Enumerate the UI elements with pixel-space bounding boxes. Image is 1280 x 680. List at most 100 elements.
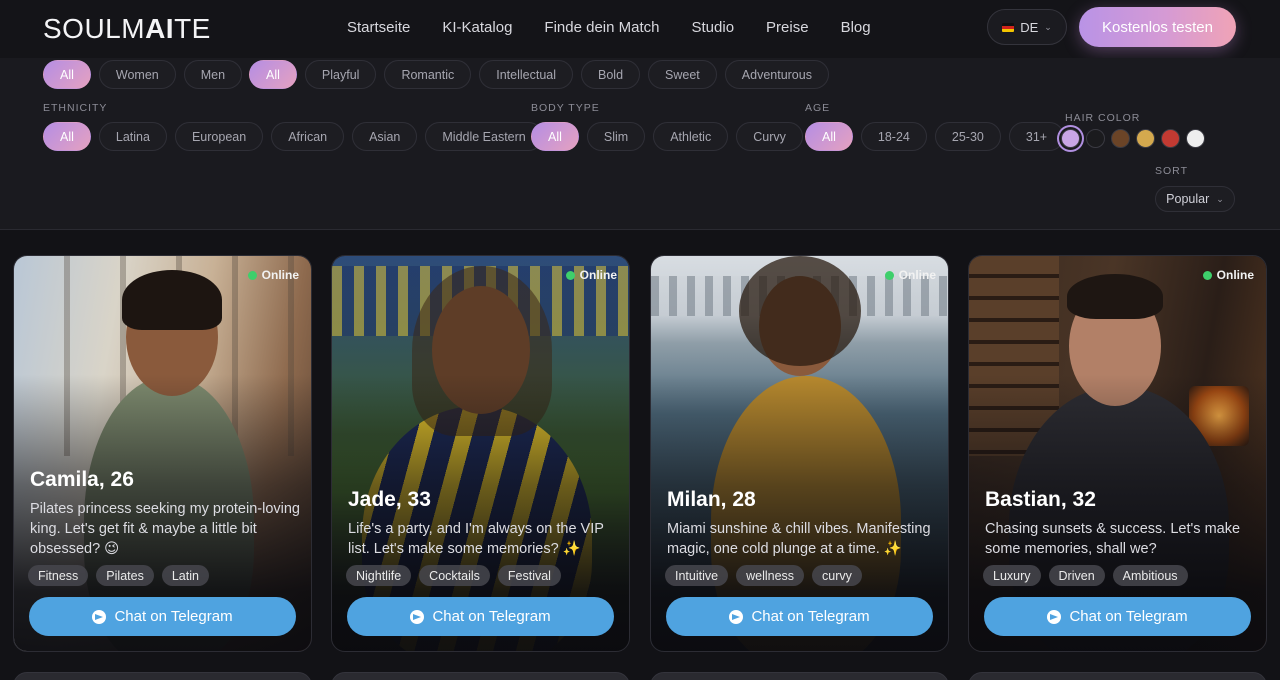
chevron-down-icon: ⌄ bbox=[1216, 193, 1224, 204]
body-type-filter: All Slim Athletic Curvy bbox=[531, 122, 803, 151]
hair-swatch-red[interactable] bbox=[1161, 129, 1180, 148]
filter-panel: All Women Men All Playful Romantic Intel… bbox=[0, 58, 1280, 230]
body-chip-slim[interactable]: Slim bbox=[586, 122, 646, 151]
age-chip-all[interactable]: All bbox=[805, 122, 853, 151]
tag: Nightlife bbox=[346, 565, 412, 586]
tag: Festival bbox=[497, 565, 561, 586]
ethnicity-filter: All Latina European African Asian Middle… bbox=[43, 122, 543, 151]
character-card[interactable]: Online Bastian, 32 Chasing sunsets & suc… bbox=[968, 255, 1267, 652]
age-label: AGE bbox=[805, 102, 831, 114]
nav-studio[interactable]: Studio bbox=[692, 19, 735, 36]
photo-overlay bbox=[14, 256, 311, 651]
logo[interactable]: SOULMAITE bbox=[43, 13, 211, 45]
telegram-icon bbox=[729, 609, 744, 624]
online-status: Online bbox=[565, 268, 617, 282]
german-flag-icon bbox=[1002, 22, 1015, 32]
character-bio: Miami sunshine & chill vibes. Manifestin… bbox=[667, 521, 931, 557]
tag: Pilates bbox=[96, 565, 154, 586]
chevron-down-icon: ⌄ bbox=[1044, 21, 1052, 32]
online-status: Online bbox=[884, 268, 936, 282]
free-trial-button[interactable]: Kostenlos testen bbox=[1079, 7, 1236, 47]
age-chip-31-plus[interactable]: 31+ bbox=[1008, 122, 1065, 151]
tag: Latin bbox=[161, 565, 209, 586]
nav-finde-match[interactable]: Finde dein Match bbox=[544, 19, 659, 36]
body-chip-all[interactable]: All bbox=[531, 122, 579, 151]
age-chip-18-24[interactable]: 18-24 bbox=[860, 122, 927, 151]
gender-chip-men[interactable]: Men bbox=[183, 60, 243, 89]
hair-swatch-all[interactable] bbox=[1061, 129, 1080, 148]
body-type-label: BODY TYPE bbox=[531, 102, 600, 114]
online-status: Online bbox=[1202, 268, 1254, 282]
personality-chip-all[interactable]: All bbox=[249, 60, 297, 89]
tag: Ambitious bbox=[1112, 565, 1188, 586]
ethnicity-chip-african[interactable]: African bbox=[271, 122, 345, 151]
tag-list: Intuitive wellness curvy bbox=[665, 565, 862, 586]
hair-swatch-blonde[interactable] bbox=[1136, 129, 1155, 148]
personality-chip-romantic[interactable]: Romantic bbox=[384, 60, 472, 89]
chat-telegram-button[interactable]: Chat on Telegram bbox=[984, 597, 1251, 636]
character-card[interactable]: Online Jade, 33 Life's a party, and I'm … bbox=[331, 255, 630, 652]
character-name: Camila, 26 bbox=[30, 468, 134, 491]
tag: Driven bbox=[1048, 565, 1105, 586]
chat-telegram-button[interactable]: Chat on Telegram bbox=[666, 597, 933, 636]
ethnicity-chip-latina[interactable]: Latina bbox=[98, 122, 167, 151]
nav-preise[interactable]: Preise bbox=[766, 19, 809, 36]
character-name: Milan, 28 bbox=[667, 488, 756, 511]
hair-swatch-black[interactable] bbox=[1086, 129, 1105, 148]
online-dot-icon bbox=[565, 270, 575, 280]
chat-telegram-button[interactable]: Chat on Telegram bbox=[347, 597, 614, 636]
sort-label: SORT bbox=[1155, 165, 1188, 177]
character-card-partial[interactable] bbox=[968, 672, 1267, 680]
photo-overlay bbox=[651, 256, 948, 651]
hair-swatch-white[interactable] bbox=[1186, 129, 1205, 148]
personality-chip-bold[interactable]: Bold bbox=[581, 60, 641, 89]
hair-color-label: HAIR COLOR bbox=[1065, 112, 1141, 124]
ethnicity-chip-middle-eastern[interactable]: Middle Eastern bbox=[425, 122, 543, 151]
ethnicity-chip-european[interactable]: European bbox=[174, 122, 264, 151]
personality-chip-intellectual[interactable]: Intellectual bbox=[479, 60, 573, 89]
character-card[interactable]: Online Milan, 28 Miami sunshine & chill … bbox=[650, 255, 949, 652]
gender-chip-all[interactable]: All bbox=[43, 60, 91, 89]
ethnicity-chip-all[interactable]: All bbox=[43, 122, 91, 151]
character-card[interactable]: Online Camila, 26 Pilates princess seeki… bbox=[13, 255, 312, 652]
online-dot-icon bbox=[884, 270, 894, 280]
hair-color-filter bbox=[1061, 129, 1205, 148]
age-chip-25-30[interactable]: 25-30 bbox=[934, 122, 1001, 151]
nav-startseite[interactable]: Startseite bbox=[347, 19, 410, 36]
sort-dropdown[interactable]: Popular ⌄ bbox=[1155, 186, 1235, 212]
tag-list: Nightlife Cocktails Festival bbox=[346, 565, 561, 586]
personality-chip-playful[interactable]: Playful bbox=[304, 60, 377, 89]
online-dot-icon bbox=[247, 270, 257, 280]
telegram-icon bbox=[92, 609, 107, 624]
character-card-partial[interactable] bbox=[13, 672, 312, 680]
language-selector[interactable]: DE ⌄ bbox=[987, 9, 1067, 45]
character-bio: Pilates princess seeking my protein-lovi… bbox=[30, 501, 300, 557]
personality-chip-sweet[interactable]: Sweet bbox=[648, 60, 717, 89]
body-chip-athletic[interactable]: Athletic bbox=[653, 122, 729, 151]
tag: Fitness bbox=[28, 565, 89, 586]
tag: wellness bbox=[736, 565, 805, 586]
character-bio: Life's a party, and I'm always on the VI… bbox=[348, 521, 604, 557]
photo-overlay bbox=[332, 256, 629, 651]
top-header: SOULMAITE Startseite KI-Katalog Finde de… bbox=[0, 0, 1280, 58]
nav-ki-katalog[interactable]: KI-Katalog bbox=[442, 19, 512, 36]
personality-chip-adventurous[interactable]: Adventurous bbox=[724, 60, 829, 89]
character-card-partial[interactable] bbox=[331, 672, 630, 680]
ethnicity-chip-asian[interactable]: Asian bbox=[352, 122, 418, 151]
hair-swatch-brown[interactable] bbox=[1111, 129, 1130, 148]
sort-value: Popular bbox=[1166, 192, 1210, 206]
character-card-partial[interactable] bbox=[650, 672, 949, 680]
photo-overlay bbox=[969, 256, 1266, 651]
gender-chip-women[interactable]: Women bbox=[98, 60, 176, 89]
nav-blog[interactable]: Blog bbox=[841, 19, 871, 36]
tag: Intuitive bbox=[665, 565, 729, 586]
gender-filter: All Women Men bbox=[43, 60, 243, 89]
chat-telegram-button[interactable]: Chat on Telegram bbox=[29, 597, 296, 636]
telegram-icon bbox=[1047, 609, 1062, 624]
tag: Cocktails bbox=[419, 565, 490, 586]
tag: curvy bbox=[812, 565, 862, 586]
character-bio: Chasing sunsets & success. Let's make so… bbox=[985, 521, 1241, 557]
body-chip-curvy[interactable]: Curvy bbox=[736, 122, 803, 151]
personality-filter: All Playful Romantic Intellectual Bold S… bbox=[249, 60, 829, 89]
age-filter: All 18-24 25-30 31+ bbox=[805, 122, 1065, 151]
